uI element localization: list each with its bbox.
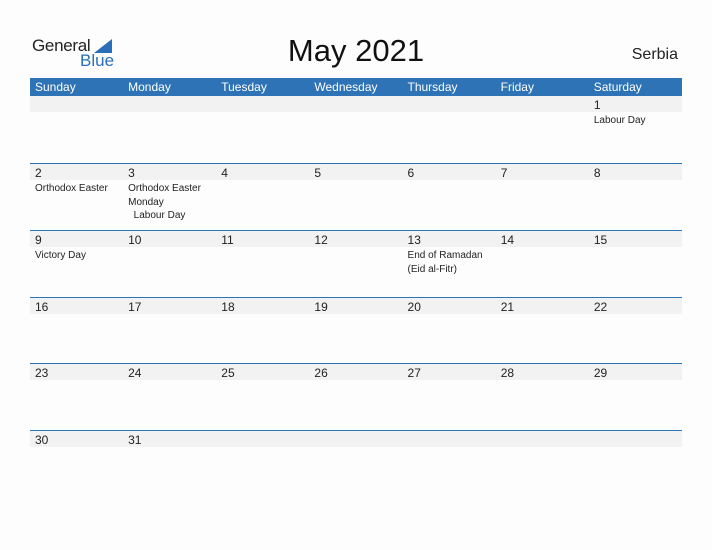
day-cell: 30 (30, 431, 123, 498)
calendar-week: 30 31 (30, 430, 682, 498)
day-number: 1 (593, 98, 601, 112)
day-number: 6 (407, 166, 415, 180)
day-number: 20 (407, 300, 421, 314)
day-cell: 10 (123, 231, 216, 298)
day-number: 22 (593, 300, 608, 314)
day-number: 15 (593, 233, 608, 247)
day-number: 30 (35, 433, 49, 447)
calendar-week: 1 Labour Day (30, 96, 682, 163)
day-number: 18 (221, 300, 235, 314)
weekday-friday: Friday (500, 80, 534, 94)
day-cell (309, 431, 402, 498)
day-number: 29 (593, 366, 608, 380)
holiday-label: Labour Day (593, 115, 646, 126)
day-cell: 15 (589, 231, 682, 298)
day-cell: 14 (496, 231, 589, 298)
day-number: 14 (500, 233, 515, 247)
day-cell: 24 (123, 364, 216, 431)
weekday-monday: Monday (128, 80, 171, 94)
day-cell (216, 431, 309, 498)
day-cell (309, 96, 402, 163)
holiday-label: Orthodox Easter (35, 183, 108, 194)
day-cell: 2 Orthodox Easter (30, 164, 123, 231)
holiday-label: End of Ramadan (Eid al-Fitr) (407, 250, 483, 275)
day-cell: 6 (403, 164, 496, 231)
day-number: 10 (128, 233, 142, 247)
weekday-wednesday: Wednesday (314, 80, 378, 94)
day-cell (496, 96, 589, 163)
day-cell: 13 End of Ramadan (Eid al-Fitr) (403, 231, 496, 298)
day-number: 23 (35, 366, 49, 380)
day-number: 9 (35, 233, 42, 247)
day-cell: 4 (216, 164, 309, 231)
day-cell: 5 (309, 164, 402, 231)
holiday-label: Victory Day (35, 250, 86, 261)
weekday-header: Sunday Monday Tuesday Wednesday Thursday… (30, 78, 682, 96)
day-number: 13 (407, 233, 421, 247)
day-cell: 9 Victory Day (30, 231, 123, 298)
calendar-week: 16 17 18 19 20 21 22 (30, 297, 682, 365)
day-cell: 8 (589, 164, 682, 231)
day-number: 26 (314, 366, 328, 380)
weekday-sunday: Sunday (35, 80, 76, 94)
day-cell (123, 96, 216, 163)
calendar-week: 2 Orthodox Easter 3 Orthodox Easter Monday … (30, 163, 682, 231)
day-number: 28 (500, 366, 515, 380)
day-cell: 16 (30, 298, 123, 365)
day-cell (30, 96, 123, 163)
day-cell: 17 (123, 298, 216, 365)
day-number: 31 (128, 433, 142, 447)
day-cell (403, 96, 496, 163)
day-cell: 27 (403, 364, 496, 431)
day-cell: 11 (216, 231, 309, 298)
day-number: 7 (500, 166, 508, 180)
day-cell: 3 Orthodox Easter Monday Labour Day (123, 164, 216, 231)
day-cell: 18 (216, 298, 309, 365)
day-cell (496, 431, 589, 498)
day-cell: 29 (589, 364, 682, 431)
day-number: 4 (221, 166, 228, 180)
day-number: 17 (128, 300, 142, 314)
day-number: 8 (593, 166, 601, 180)
day-number: 19 (314, 300, 328, 314)
holiday-label: Orthodox Easter Monday Labour Day (128, 183, 201, 221)
calendar-week: 9 Victory Day 10 11 12 13 End of Ramadan (Eid … (30, 230, 682, 298)
day-cell: 7 (496, 164, 589, 231)
day-number: 12 (314, 233, 328, 247)
day-cell (403, 431, 496, 498)
day-number: 27 (407, 366, 421, 380)
day-number: 5 (314, 166, 322, 180)
day-cell: 31 (123, 431, 216, 498)
country-label: Serbia (631, 46, 678, 63)
day-cell: 19 (309, 298, 402, 365)
weekday-saturday: Saturday (593, 80, 642, 94)
day-cell (589, 431, 682, 498)
day-number: 2 (35, 166, 42, 180)
day-cell (216, 96, 309, 163)
day-cell: 21 (496, 298, 589, 365)
calendar-week: 23 24 25 26 27 28 29 (30, 363, 682, 431)
day-number: 24 (128, 366, 142, 380)
day-cell: 28 (496, 364, 589, 431)
day-cell: 20 (403, 298, 496, 365)
day-cell: 12 (309, 231, 402, 298)
day-cell: 1 Labour Day (589, 96, 682, 163)
day-cell: 26 (309, 364, 402, 431)
day-cell: 25 (216, 364, 309, 431)
day-number: 21 (500, 300, 515, 314)
day-number: 3 (128, 166, 135, 180)
day-number: 25 (221, 366, 235, 380)
day-number: 11 (221, 233, 234, 247)
day-cell: 22 (589, 298, 682, 365)
day-number: 16 (35, 300, 49, 314)
weekday-tuesday: Tuesday (221, 80, 267, 94)
day-cell: 23 (30, 364, 123, 431)
weekday-thursday: Thursday (407, 80, 458, 94)
page-title: May 2021 (287, 33, 425, 68)
